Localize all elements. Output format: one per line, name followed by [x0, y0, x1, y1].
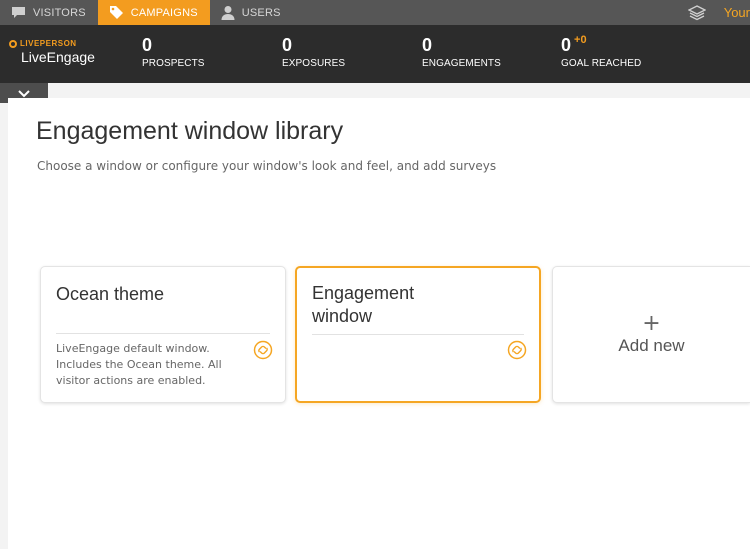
tab-visitors-label: VISITORS — [33, 6, 86, 19]
tab-campaigns-label: CAMPAIGNS — [130, 6, 198, 19]
card-divider — [312, 334, 524, 335]
logo-mark-icon — [9, 39, 17, 48]
window-card-engagement-window[interactable]: Engagement window — [295, 266, 541, 403]
tab-users[interactable]: USERS — [210, 0, 293, 25]
link-icon[interactable] — [253, 340, 273, 360]
page-subtitle: Choose a window or configure your window… — [37, 159, 497, 173]
user-icon — [221, 6, 235, 20]
window-card-ocean-theme[interactable]: Ocean theme LiveEngage default window. I… — [40, 266, 286, 403]
page-title: Engagement window library — [36, 117, 344, 145]
stat-goal-reached-delta: +0 — [574, 34, 587, 46]
layers-icon[interactable] — [687, 4, 706, 21]
tag-icon — [109, 6, 123, 19]
stat-engagements-value: 0 — [422, 35, 433, 55]
logo-product: LiveEngage — [21, 49, 95, 65]
add-new-window-card[interactable]: + Add new — [552, 266, 750, 403]
stat-prospects-value: 0 — [142, 35, 153, 55]
card-divider — [56, 333, 270, 334]
liveengage-logo: LIVEPERSON LiveEngage — [9, 39, 95, 65]
chat-bubble-icon — [12, 7, 25, 18]
window-card-description: LiveEngage default window. Includes the … — [56, 342, 222, 387]
main-panel: Engagement window library Choose a windo… — [8, 98, 750, 549]
window-card-title: Engagement window — [312, 283, 415, 326]
logo-company: LIVEPERSON — [20, 39, 77, 48]
chevron-down-icon — [18, 89, 30, 97]
stat-engagements-label: ENGAGEMENTS — [422, 58, 501, 69]
stat-exposures-value: 0 — [282, 35, 293, 55]
stat-prospects-label: PROSPECTS — [142, 58, 205, 69]
link-icon[interactable] — [507, 340, 527, 360]
stat-prospects: 0 PROSPECTS — [142, 35, 205, 69]
stat-engagements: 0 ENGAGEMENTS — [422, 35, 501, 69]
account-menu-link[interactable]: Your — [724, 5, 750, 20]
stat-goal-reached-value: 0 — [561, 35, 572, 55]
window-card-title: Ocean theme — [56, 284, 165, 304]
stats-bar: LIVEPERSON LiveEngage 0 PROSPECTS 0 EXPO… — [0, 25, 750, 83]
stat-exposures-label: EXPOSURES — [282, 58, 346, 69]
tab-users-label: USERS — [241, 6, 281, 19]
tab-campaigns[interactable]: CAMPAIGNS — [97, 0, 210, 25]
window-cards: Ocean theme LiveEngage default window. I… — [16, 266, 750, 412]
add-new-label: Add new — [618, 335, 685, 355]
plus-icon: + — [642, 310, 661, 336]
stat-goal-reached-label: GOAL REACHED — [561, 58, 642, 69]
top-nav: VISITORS CAMPAIGNS USERS Your — [0, 0, 750, 25]
stat-goal-reached: 0 +0 GOAL REACHED — [561, 34, 642, 69]
stat-exposures: 0 EXPOSURES — [282, 35, 345, 69]
tab-visitors[interactable]: VISITORS — [0, 0, 98, 25]
